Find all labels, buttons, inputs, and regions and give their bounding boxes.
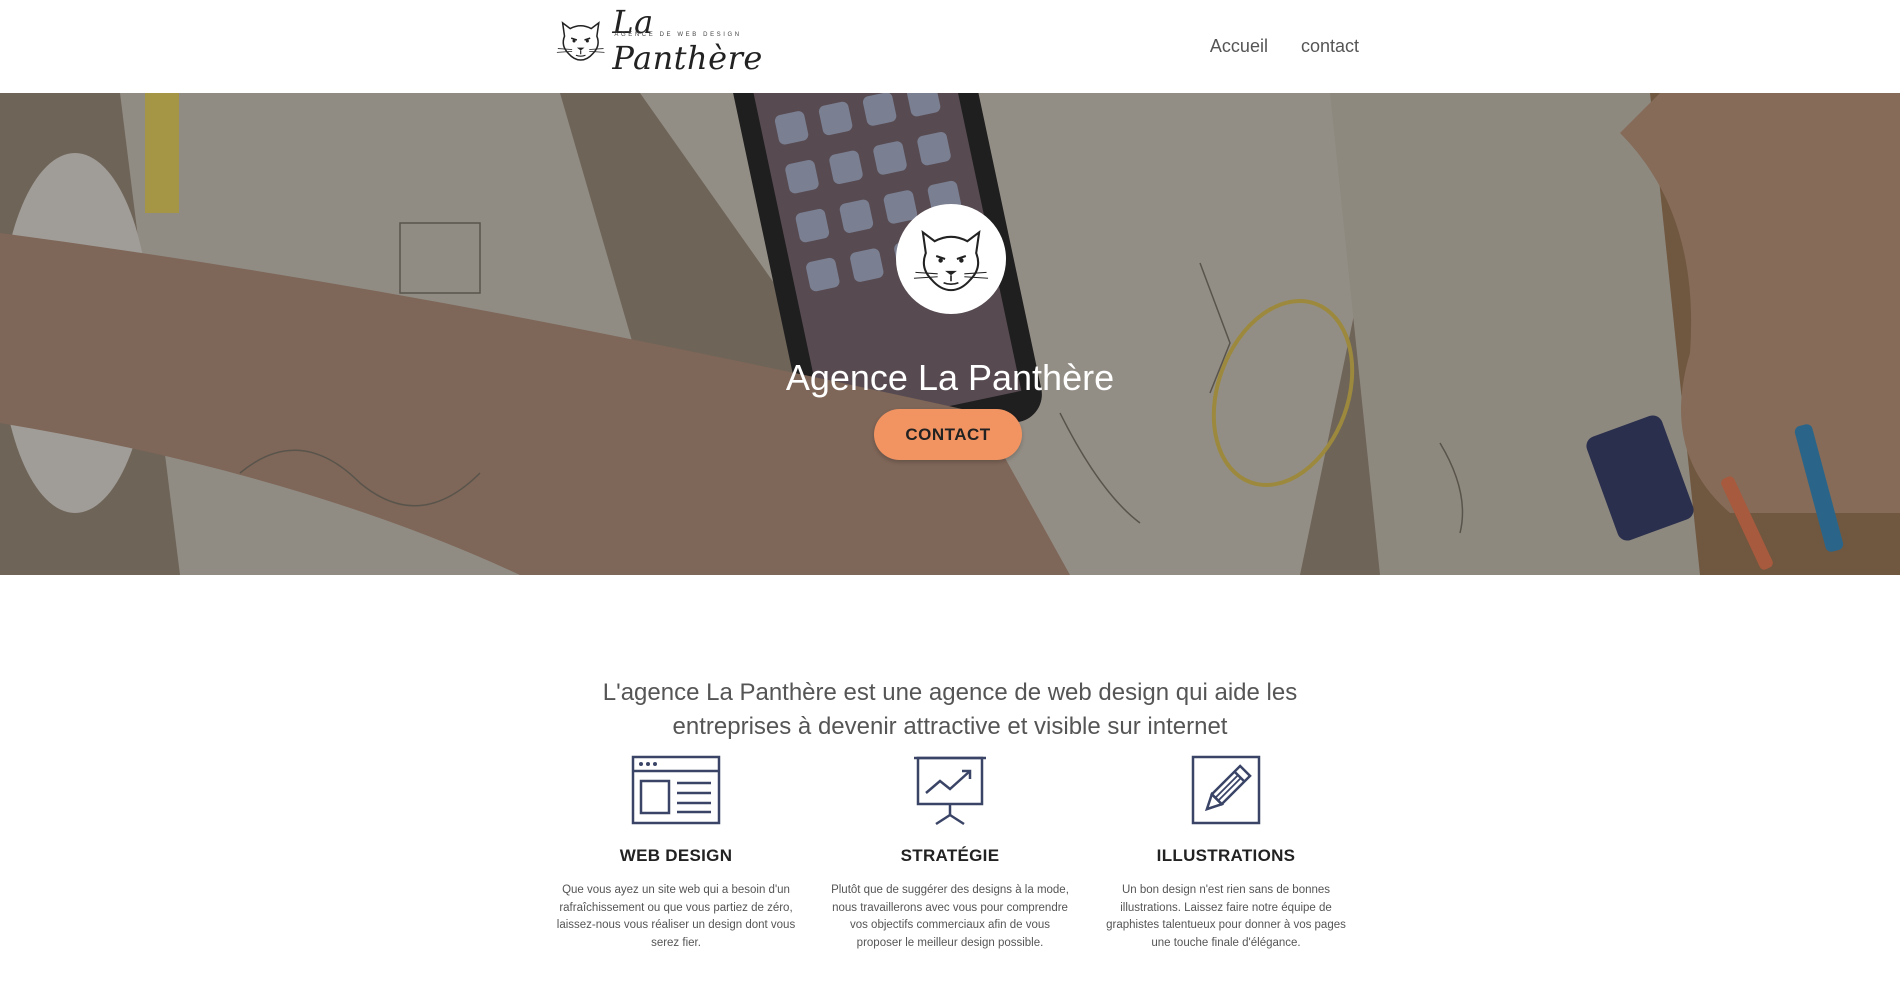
panther-head-icon (556, 21, 605, 61)
brand-logo[interactable]: La Panthère AGENCE DE WEB DESIGN (555, 4, 805, 76)
hero-title: Agence La Panthère (785, 357, 1115, 399)
service-description: Un bon design n'est rien sans de bonnes … (1106, 884, 1346, 949)
service-description: Que vous ayez un site web qui a besoin d… (556, 884, 796, 949)
hero-logo-badge (896, 204, 1006, 314)
service-title: STRATÉGIE (900, 846, 1000, 865)
service-illustrations: ILLUSTRATIONS Un bon design n'est rien s… (1101, 755, 1351, 952)
nav-link-contact[interactable]: contact (1301, 36, 1359, 57)
intro-text: L'agence La Panthère est une agence de w… (602, 679, 1298, 740)
browser-window-icon (631, 755, 721, 825)
service-web-design: WEB DESIGN Que vous ayez un site web qui… (551, 755, 801, 952)
hero-banner: Agence La Panthère CONTACT (0, 93, 1900, 575)
site-header: La Panthère AGENCE DE WEB DESIGN Accueil… (0, 0, 1900, 93)
service-title: WEB DESIGN (619, 846, 733, 865)
brand-name: La Panthère (612, 3, 763, 77)
nav-link-accueil[interactable]: Accueil (1210, 36, 1268, 57)
main-nav: Accueil contact (1210, 36, 1359, 57)
brand-tagline: AGENCE DE WEB DESIGN (614, 32, 742, 38)
panther-head-icon (913, 230, 989, 292)
hero-overlay (0, 93, 1900, 575)
presentation-chart-icon (914, 756, 986, 826)
service-strategie: STRATÉGIE Plutôt que de suggérer des des… (825, 755, 1075, 952)
service-description: Plutôt que de suggérer des designs à la … (831, 884, 1069, 949)
service-title: ILLUSTRATIONS (1156, 846, 1296, 865)
contact-button[interactable]: CONTACT (874, 409, 1022, 460)
pencil-icon (1191, 755, 1261, 825)
